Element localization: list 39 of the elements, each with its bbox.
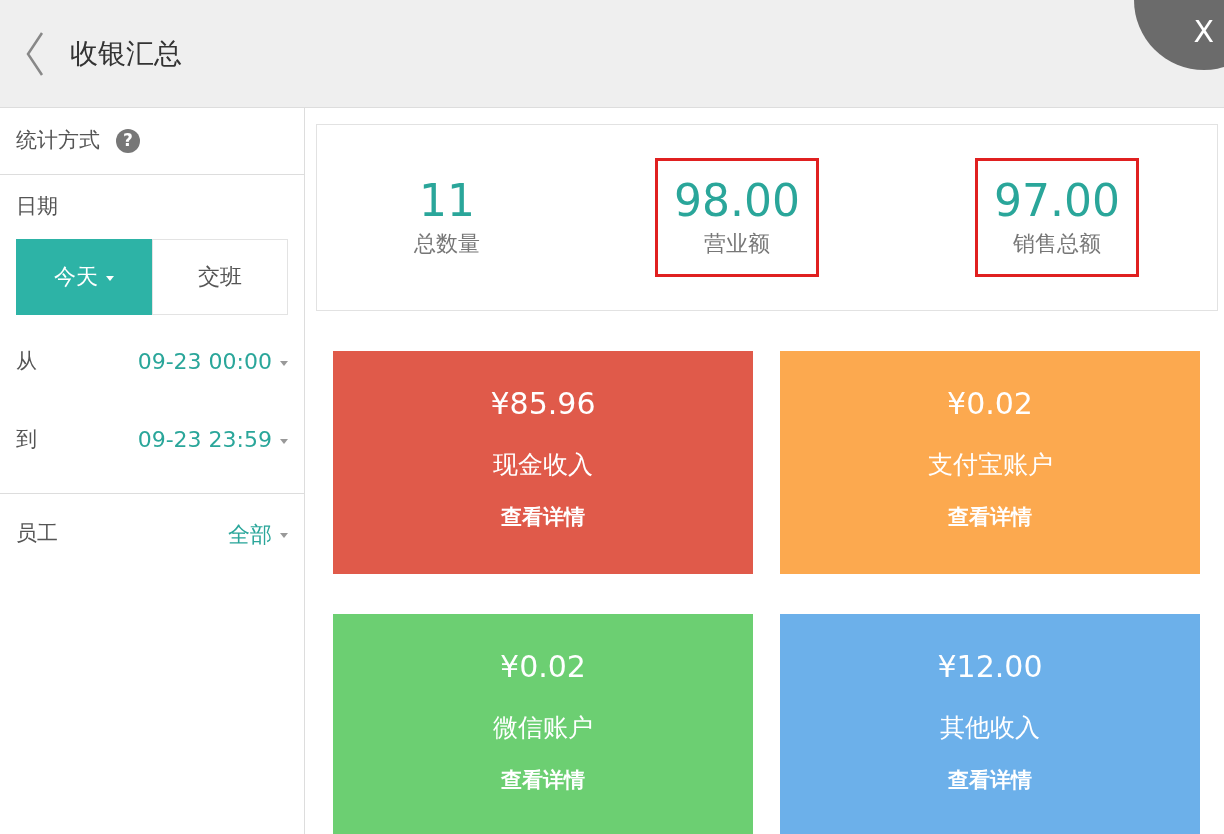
method-label: 统计方式 bbox=[16, 127, 100, 155]
staff-label: 员工 bbox=[16, 520, 58, 548]
details-link[interactable]: 查看详情 bbox=[501, 501, 585, 533]
caret-icon bbox=[280, 533, 288, 538]
time-dropdown[interactable]: 09-23 00:00 bbox=[137, 345, 288, 378]
help-icon[interactable]: ? bbox=[116, 129, 140, 153]
time-dropdown[interactable]: 09-23 23:59 bbox=[137, 423, 288, 456]
details-link[interactable]: 查看详情 bbox=[501, 764, 585, 796]
stat-label: 销售总额 bbox=[1012, 230, 1102, 259]
tile-amount: ¥85.96 bbox=[490, 385, 596, 423]
close-button[interactable]: X bbox=[1134, 0, 1224, 70]
stat-label: 营业额 bbox=[703, 230, 771, 259]
details-link[interactable]: 查看详情 bbox=[948, 764, 1032, 796]
payment-tile[interactable]: ¥0.02 支付宝账户 查看详情 bbox=[780, 351, 1200, 574]
tile-amount: ¥12.00 bbox=[937, 648, 1043, 686]
tile-label: 微信账户 bbox=[493, 712, 593, 744]
details-link[interactable]: 查看详情 bbox=[948, 501, 1032, 533]
page-title: 收银汇总 bbox=[70, 35, 182, 72]
staff-dropdown[interactable]: 全部 bbox=[228, 517, 288, 551]
payment-tile[interactable]: ¥12.00 其他收入 查看详情 bbox=[780, 614, 1200, 834]
tile-label: 现金收入 bbox=[493, 449, 593, 481]
caret-icon bbox=[280, 438, 288, 444]
stat-value: 11 bbox=[418, 174, 476, 228]
tile-label: 支付宝账户 bbox=[927, 449, 1053, 481]
payment-tile[interactable]: ¥85.96 现金收入 查看详情 bbox=[333, 351, 753, 574]
back-icon[interactable] bbox=[24, 30, 46, 77]
payment-tile[interactable]: ¥0.02 微信账户 查看详情 bbox=[333, 614, 753, 834]
date-label: 日期 bbox=[16, 194, 58, 218]
range-label: 从 bbox=[16, 347, 37, 375]
date-tab[interactable]: 交班 bbox=[152, 238, 288, 315]
tile-label: 其他收入 bbox=[940, 712, 1040, 744]
caret-icon bbox=[280, 360, 288, 366]
stat-value: 97.00 bbox=[994, 174, 1120, 228]
tile-amount: ¥0.02 bbox=[947, 385, 1033, 423]
tile-amount: ¥0.02 bbox=[500, 648, 586, 686]
stat-label: 总数量 bbox=[414, 230, 480, 259]
range-label: 到 bbox=[16, 425, 37, 453]
stat-value: 98.00 bbox=[674, 174, 800, 228]
date-tab[interactable]: 今天 bbox=[16, 238, 152, 315]
